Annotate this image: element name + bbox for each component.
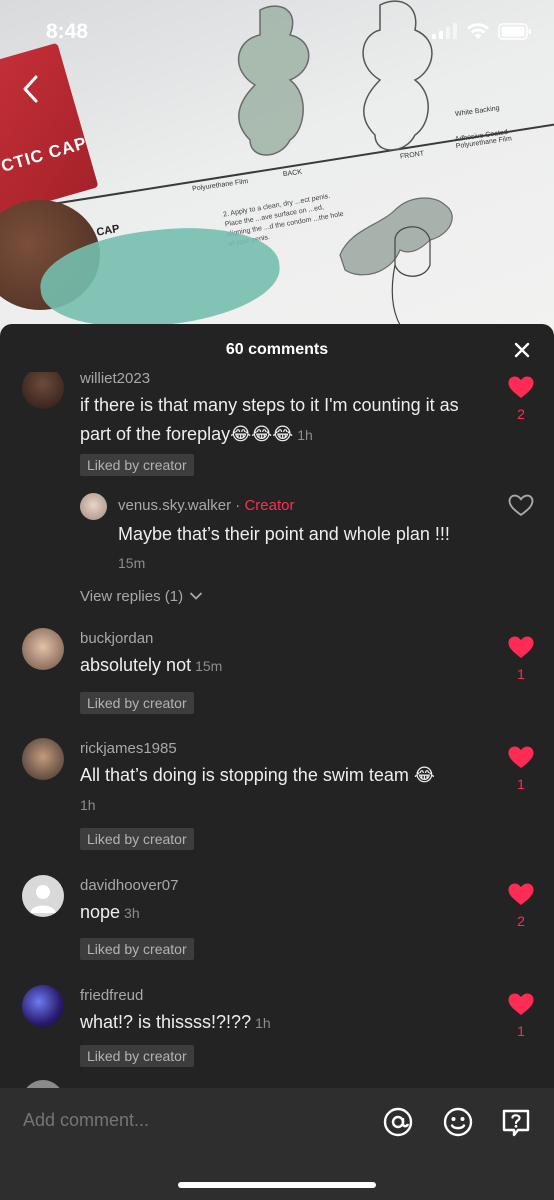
product-card — [0, 42, 99, 218]
comment-text-block: what!? is thissss!?!?? 1h — [80, 1008, 490, 1038]
comment-username[interactable]: williet2023 — [80, 372, 150, 387]
comment-timestamp: 15m — [195, 658, 223, 674]
wifi-icon — [467, 23, 489, 39]
liked-by-creator-badge: Liked by creator — [80, 454, 194, 476]
like-button[interactable]: 1 — [508, 636, 534, 682]
heart-icon — [508, 636, 534, 658]
comment-timestamp: 3h — [124, 905, 140, 921]
reply-text: Maybe that’s their point and whole plan … — [118, 524, 450, 544]
liked-by-creator-badge: Liked by creator — [80, 828, 194, 850]
heart-icon — [508, 883, 534, 905]
avatar[interactable] — [80, 493, 107, 520]
like-count: 2 — [517, 406, 525, 422]
like-button[interactable] — [508, 494, 534, 522]
comment-item[interactable]: davidhoover07 nope 3h Liked by creator 2 — [0, 875, 554, 975]
comments-sheet: 60 comments williet2023 if there is that… — [0, 324, 554, 1200]
like-button[interactable]: 1 — [508, 746, 534, 792]
status-icons — [432, 22, 532, 40]
comment-timestamp: 1h — [80, 797, 96, 813]
comment-text-block: nope 3h — [80, 898, 490, 928]
comment-text: All that’s doing is stopping the swim te… — [80, 765, 435, 785]
comment-username[interactable]: friedfreud — [80, 987, 143, 1004]
reply-item[interactable]: venus.sky.walker · Creator Maybe that’s … — [0, 490, 554, 580]
heart-icon — [508, 376, 534, 398]
comments-list[interactable]: williet2023 if there is that many steps … — [0, 372, 554, 1088]
liked-by-creator-badge: Liked by creator — [80, 938, 194, 960]
liked-by-creator-badge: Liked by creator — [80, 692, 194, 714]
separator-dot: · — [231, 497, 245, 514]
default-avatar-icon — [30, 885, 56, 913]
reply-timestamp: 15m — [118, 555, 146, 571]
question-icon[interactable] — [500, 1106, 532, 1138]
creator-tag: Creator — [244, 497, 295, 514]
comment-text: if there is that many steps to it I'm co… — [80, 395, 459, 444]
reply-username-line: venus.sky.walker · Creator — [118, 497, 294, 514]
comment-text: what!? is thissss!?!?? — [80, 1012, 252, 1032]
battery-icon — [498, 22, 531, 40]
view-replies-label: View replies (1) — [80, 588, 184, 605]
sheet-header: 60 comments — [0, 324, 554, 376]
avatar[interactable] — [22, 875, 64, 917]
comments-count-title: 60 comments — [225, 341, 329, 358]
comment-username[interactable]: rickjames1985 — [80, 740, 177, 757]
like-button[interactable]: 2 — [508, 883, 534, 929]
comment-item[interactable]: rickjames1985 All that’s doing is stoppi… — [0, 738, 554, 858]
smiley-icon[interactable] — [442, 1106, 474, 1138]
at-sign-icon[interactable] — [382, 1106, 414, 1138]
comment-username[interactable]: buckjordan — [80, 630, 153, 647]
heart-icon — [508, 746, 534, 768]
view-replies-button[interactable]: View replies (1) — [80, 588, 203, 605]
heart-outline-icon — [508, 494, 534, 517]
comment-item[interactable]: buckjordan absolutely not 15m Liked by cr… — [0, 628, 554, 728]
chevron-left-icon[interactable] — [20, 74, 42, 104]
like-count: 1 — [517, 666, 525, 682]
comment-text-block: if there is that many steps to it I'm co… — [80, 391, 490, 450]
liked-by-creator-badge: Liked by creator — [80, 1045, 194, 1067]
signal-icon — [432, 23, 457, 39]
add-comment-input[interactable] — [23, 1110, 323, 1131]
comment-text-block: absolutely not 15m — [80, 651, 490, 681]
like-button[interactable]: 1 — [508, 993, 534, 1039]
comment-item[interactable]: friedfreud what!? is thissss!?!?? 1h Like… — [0, 985, 554, 1085]
like-count: 1 — [517, 776, 525, 792]
comment-text: nope — [80, 902, 121, 922]
comment-username[interactable]: davidhoover07 — [80, 877, 178, 894]
status-time: 8:48 — [46, 20, 89, 43]
status-bar: 8:48 — [0, 0, 554, 60]
like-button[interactable]: 2 — [508, 376, 534, 422]
like-count: 1 — [517, 1023, 525, 1039]
heart-icon — [508, 993, 534, 1015]
chevron-down-icon — [190, 592, 203, 600]
comment-timestamp: 1h — [255, 1015, 271, 1031]
close-icon[interactable] — [512, 340, 532, 360]
home-indicator — [178, 1182, 376, 1188]
reply-username[interactable]: venus.sky.walker — [118, 497, 231, 514]
avatar[interactable] — [22, 738, 64, 780]
avatar[interactable] — [22, 372, 64, 409]
comment-text: absolutely not — [80, 655, 192, 675]
avatar[interactable] — [22, 628, 64, 670]
like-count: 2 — [517, 913, 525, 929]
avatar[interactable] — [22, 985, 64, 1027]
comment-timestamp: 1h — [297, 427, 313, 443]
comment-input-bar — [0, 1088, 554, 1200]
